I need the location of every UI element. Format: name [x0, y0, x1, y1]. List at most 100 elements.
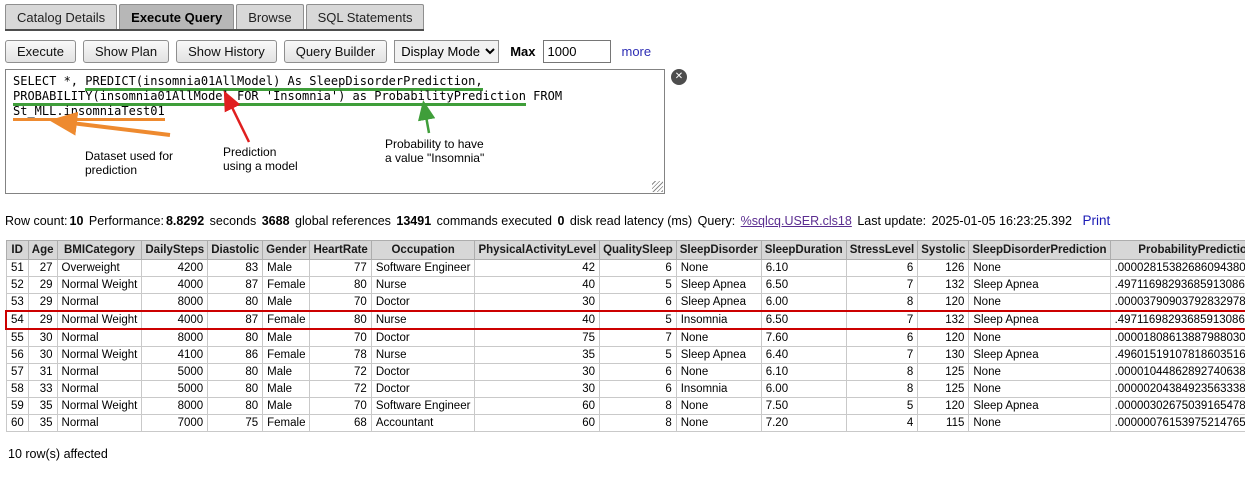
cell: None	[676, 398, 761, 415]
table-row[interactable]: 5329Normal800080Male70Doctor306Sleep Apn…	[6, 294, 1245, 312]
cell: Normal	[57, 294, 142, 312]
table-row[interactable]: 5127Overweight420083Male77Software Engin…	[6, 260, 1245, 277]
column-header-stresslevel: StressLevel	[846, 241, 918, 260]
sql-dataset-name: St_MLL.insomniaTest01	[13, 104, 165, 121]
cell: Sleep Apnea	[676, 277, 761, 294]
column-header-dailysteps: DailySteps	[142, 241, 208, 260]
table-row[interactable]: 5229Normal Weight400087Female80Nurse405S…	[6, 277, 1245, 294]
table-row[interactable]: 5935Normal Weight800080Male70Software En…	[6, 398, 1245, 415]
cell: 4000	[142, 277, 208, 294]
cell: 53	[6, 294, 28, 312]
table-row[interactable]: 5630Normal Weight410086Female78Nurse355S…	[6, 347, 1245, 364]
cell: Male	[263, 294, 310, 312]
cell: 6	[600, 364, 677, 381]
cell: Doctor	[371, 294, 475, 312]
cell: 87	[208, 277, 263, 294]
rows-affected-text: 10 row(s) affected	[8, 447, 1245, 461]
tab-sql-statements[interactable]: SQL Statements	[306, 4, 425, 29]
cell: 70	[310, 398, 371, 415]
cell: 80	[310, 277, 371, 294]
cell: 51	[6, 260, 28, 277]
cell: 29	[28, 294, 57, 312]
cell: 7	[846, 277, 918, 294]
column-header-sleepduration: SleepDuration	[761, 241, 846, 260]
tab-browse[interactable]: Browse	[236, 4, 303, 29]
table-row[interactable]: 5429Normal Weight400087Female80Nurse405I…	[6, 311, 1245, 329]
execute-button[interactable]: Execute	[5, 40, 76, 63]
query-builder-button[interactable]: Query Builder	[284, 40, 387, 63]
column-header-gender: Gender	[263, 241, 310, 260]
performance-unit: seconds	[210, 214, 257, 228]
last-update-label: Last update:	[857, 214, 926, 228]
cell: 132	[918, 277, 969, 294]
cell: 33	[28, 381, 57, 398]
print-link[interactable]: Print	[1083, 213, 1111, 228]
cell: 35	[475, 347, 600, 364]
show-plan-button[interactable]: Show Plan	[83, 40, 169, 63]
cell: 125	[918, 381, 969, 398]
performance-value: 8.8292	[166, 214, 204, 228]
show-history-button[interactable]: Show History	[176, 40, 277, 63]
cell: 72	[310, 381, 371, 398]
max-label: Max	[510, 44, 535, 59]
cell: Normal Weight	[57, 347, 142, 364]
cell: 52	[6, 277, 28, 294]
disk-latency-value: 0	[557, 214, 564, 228]
cell: 60	[475, 398, 600, 415]
cell: Male	[263, 329, 310, 347]
row-count-label: Row count:	[5, 214, 68, 228]
table-row[interactable]: 5833Normal500080Male72Doctor306Insomnia6…	[6, 381, 1245, 398]
table-row[interactable]: 5731Normal500080Male72Doctor306None6.108…	[6, 364, 1245, 381]
max-input[interactable]	[543, 40, 611, 63]
cell: 4000	[142, 311, 208, 329]
probability-annotation: Probability to have a value "Insomnia"	[385, 137, 484, 165]
cell: 30	[475, 364, 600, 381]
query-class-link[interactable]: %sqlcq.USER.cls18	[741, 214, 852, 228]
commands-value: 13491	[396, 214, 431, 228]
cell: 70	[310, 294, 371, 312]
cell: 78	[310, 347, 371, 364]
cell: 29	[28, 311, 57, 329]
results-table: IDAgeBMICategoryDailyStepsDiastolicGende…	[5, 240, 1245, 432]
cell: 115	[918, 415, 969, 432]
cell: 29	[28, 277, 57, 294]
cell: 5	[846, 398, 918, 415]
sql-text: FROM	[526, 89, 562, 103]
table-row[interactable]: 5530Normal800080Male70Doctor757None7.606…	[6, 329, 1245, 347]
column-header-id: ID	[6, 241, 28, 260]
cell: Nurse	[371, 311, 475, 329]
cell: 6	[600, 260, 677, 277]
cell: 54	[6, 311, 28, 329]
tab-execute-query[interactable]: Execute Query	[119, 4, 234, 29]
status-bar: Row count:10 Performance:8.8292 seconds …	[5, 213, 1245, 228]
column-header-probabilityprediction: ProbabilityPrediction	[1110, 241, 1245, 260]
display-mode-select[interactable]: Display Mode	[394, 40, 499, 63]
cell: 30	[475, 294, 600, 312]
tab-catalog-details[interactable]: Catalog Details	[5, 4, 117, 29]
query-editor-area: SELECT *, PREDICT(insomnia01AllModel) As…	[5, 69, 697, 196]
cell: 132	[918, 311, 969, 329]
cell: 30	[475, 381, 600, 398]
cell: 40	[475, 277, 600, 294]
cell: 6	[600, 381, 677, 398]
cell: None	[676, 260, 761, 277]
cell: 120	[918, 398, 969, 415]
column-header-diastolic: Diastolic	[208, 241, 263, 260]
more-link[interactable]: more	[622, 44, 652, 59]
cell: 77	[310, 260, 371, 277]
cell: .49711698293685913086	[1110, 277, 1245, 294]
cell: Sleep Apnea	[969, 347, 1110, 364]
cell: 6.00	[761, 381, 846, 398]
table-row[interactable]: 6035Normal700075Female68Accountant608Non…	[6, 415, 1245, 432]
cell: Sleep Apnea	[676, 347, 761, 364]
cell: 80	[208, 381, 263, 398]
close-icon[interactable]: ✕	[671, 69, 687, 85]
cell: Doctor	[371, 381, 475, 398]
cell: .49601519107818603516	[1110, 347, 1245, 364]
resize-grip[interactable]	[652, 181, 663, 192]
cell: 80	[208, 398, 263, 415]
cell: 56	[6, 347, 28, 364]
cell: Software Engineer	[371, 260, 475, 277]
cell: 6.10	[761, 260, 846, 277]
cell: Normal	[57, 364, 142, 381]
